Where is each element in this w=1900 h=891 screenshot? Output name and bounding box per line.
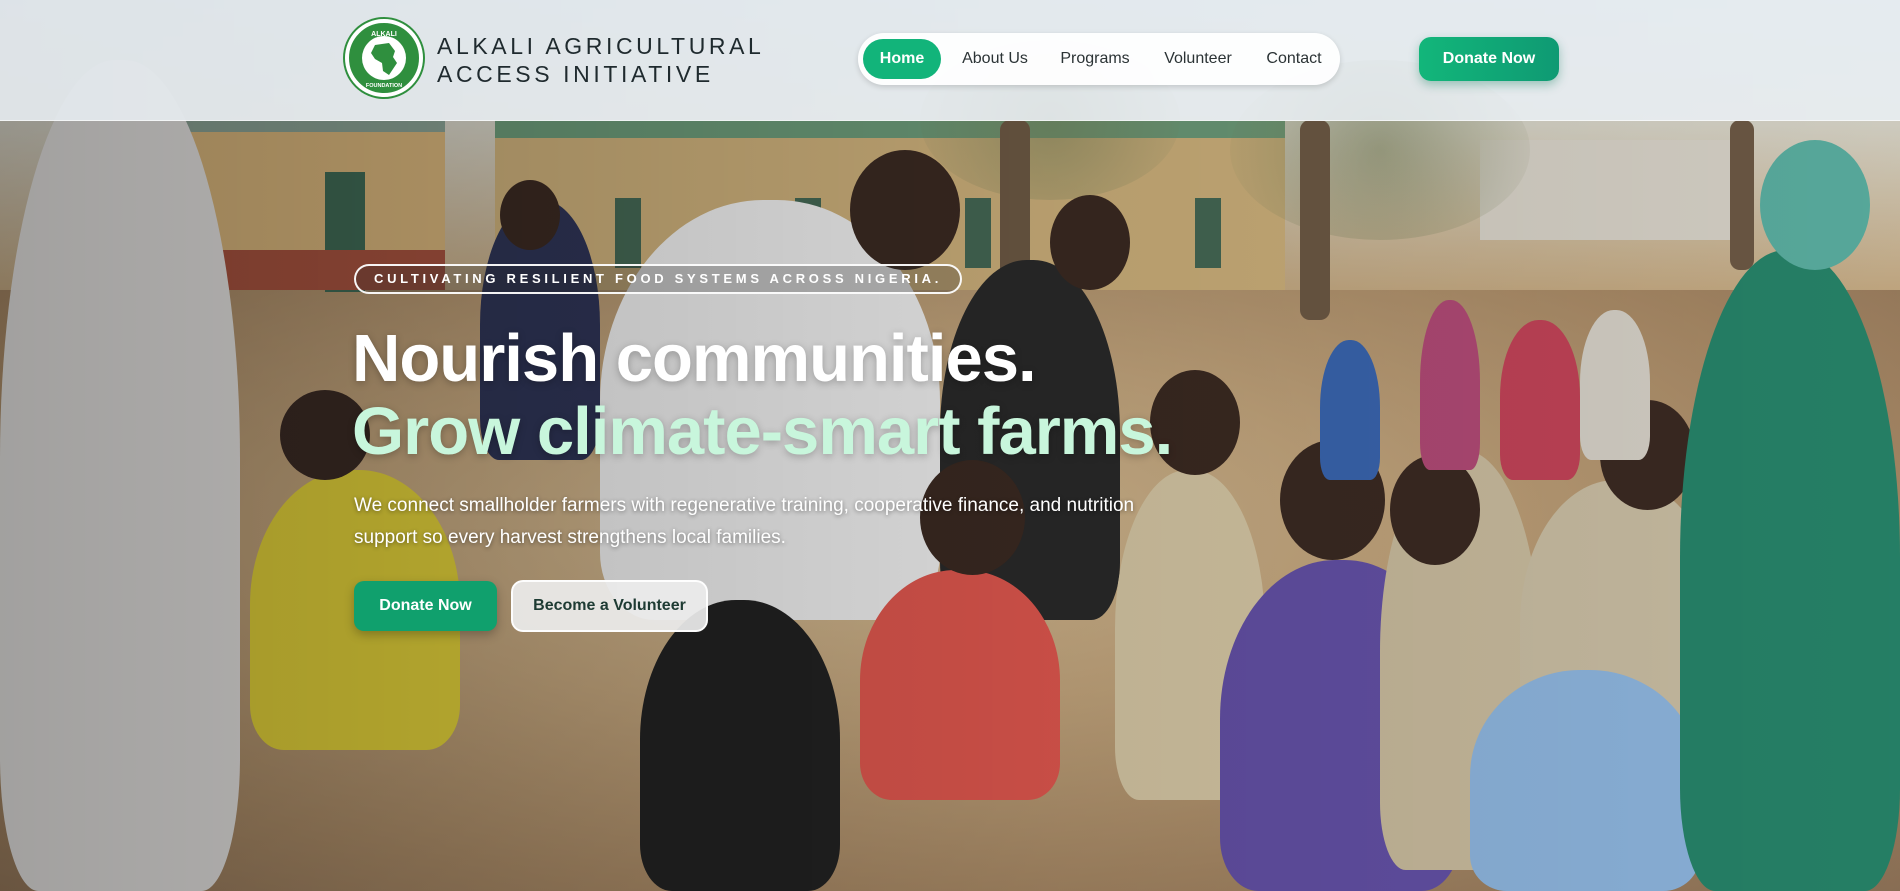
become-volunteer-button[interactable]: Become a Volunteer — [511, 580, 708, 632]
brand-line-2: ACCESS INITIATIVE — [437, 61, 714, 87]
header-donate-button[interactable]: Donate Now — [1419, 37, 1559, 81]
svg-text:ALKALI: ALKALI — [371, 31, 397, 38]
hero-headline-line-1: Nourish communities. — [352, 321, 1037, 396]
svg-text:FOUNDATION: FOUNDATION — [366, 83, 402, 89]
africa-map-icon: ALKALI FOUNDATION — [362, 31, 406, 89]
main-nav: Home About Us Programs Volunteer Contact — [858, 33, 1340, 85]
site-logo[interactable]: ALKALI FOUNDATION — [345, 19, 423, 97]
brand-line-1: ALKALI AGRICULTURAL — [437, 33, 765, 59]
brand-name[interactable]: ALKALI AGRICULTURAL ACCESS INITIATIVE — [437, 32, 764, 88]
nav-item-volunteer[interactable]: Volunteer — [1150, 39, 1246, 79]
hero-headline-line-2: Grow climate-smart farms. — [352, 394, 1173, 469]
nav-item-about-us[interactable]: About Us — [950, 39, 1040, 79]
hero-subtitle: We connect smallholder farmers with rege… — [354, 495, 1135, 548]
nav-item-programs[interactable]: Programs — [1050, 39, 1140, 79]
site-header: ALKALI FOUNDATION ALKALI AGRICULTURAL AC… — [0, 0, 1900, 121]
nav-item-home[interactable]: Home — [863, 39, 941, 79]
hero-donate-button[interactable]: Donate Now — [354, 581, 497, 631]
nav-item-contact[interactable]: Contact — [1254, 39, 1334, 79]
hero-tagline-badge: CULTIVATING RESILIENT FOOD SYSTEMS ACROS… — [354, 264, 963, 294]
